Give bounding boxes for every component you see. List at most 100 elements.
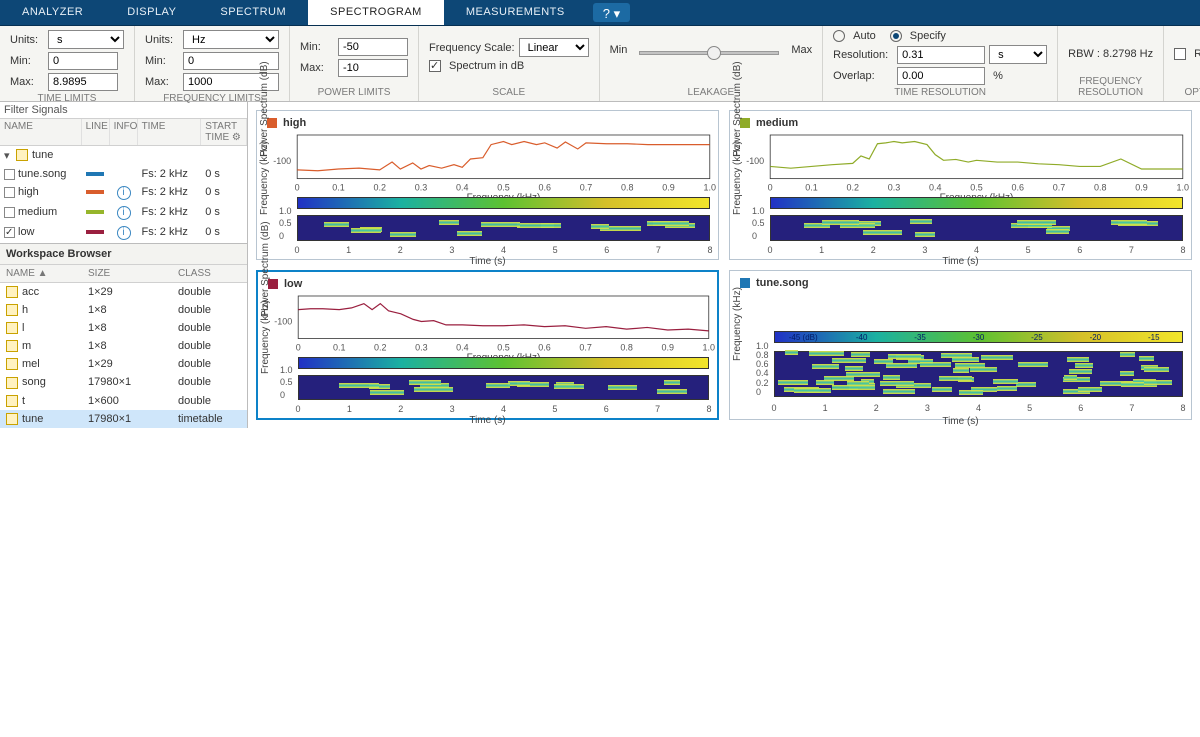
left-pane: Filter Signals NAME LINE INFO TIME START…: [0, 102, 248, 428]
variable-icon: [6, 413, 18, 425]
workspace-row[interactable]: m1×8double: [0, 337, 247, 355]
svg-text:0.5: 0.5: [497, 183, 510, 193]
workspace-row[interactable]: h1×8double: [0, 301, 247, 319]
group-title: TIME RESOLUTION: [833, 85, 1047, 101]
label: %: [993, 70, 1003, 82]
group-leakage: Min Max LEAKAGE: [600, 26, 824, 101]
ws-col-class[interactable]: CLASS: [172, 265, 247, 282]
power-max-input[interactable]: [338, 59, 408, 77]
plot-tune-song[interactable]: tune.song 00.20.40.60.81.0012345678Time …: [729, 270, 1192, 420]
workspace-row[interactable]: song17980×1double: [0, 373, 247, 391]
workspace-row[interactable]: t1×600double: [0, 392, 247, 410]
plot-title-label: low: [284, 278, 302, 290]
svg-text:0.5: 0.5: [497, 342, 510, 352]
time-min-input[interactable]: [48, 52, 118, 70]
svg-text:1.0: 1.0: [703, 342, 716, 352]
tab-measurements[interactable]: MEASUREMENTS: [444, 0, 587, 25]
workspace-row[interactable]: mel1×29double: [0, 355, 247, 373]
svg-text:0.2: 0.2: [846, 183, 859, 193]
svg-text:0.7: 0.7: [580, 183, 593, 193]
label: Spectrum in dB: [449, 60, 524, 72]
label: Resolution:: [833, 49, 893, 61]
signals-table: NAME LINE INFO TIME START TIME ⚙ ▾ tune …: [0, 119, 247, 243]
line-swatch-icon: [86, 230, 104, 234]
ws-col-name[interactable]: NAME ▲: [0, 265, 82, 282]
resolution-input[interactable]: [897, 46, 985, 64]
workspace-row[interactable]: acc1×29double: [0, 283, 247, 301]
svg-text:0.3: 0.3: [415, 183, 428, 193]
col-info[interactable]: INFO: [110, 119, 138, 145]
help-button[interactable]: ? ▾: [593, 3, 630, 22]
col-name[interactable]: NAME: [0, 119, 82, 145]
signal-row[interactable]: medium i Fs: 2 kHz0 s: [0, 203, 247, 223]
svg-text:-100: -100: [273, 156, 291, 166]
variable-icon: [6, 358, 18, 370]
tab-spectrum[interactable]: SPECTRUM: [198, 0, 308, 25]
svg-text:0.1: 0.1: [332, 183, 345, 193]
label: Max:: [10, 76, 44, 88]
line-swatch-icon: [86, 172, 104, 176]
plot-high[interactable]: high -10000.10.20.30.40.50.60.70.80.91.0…: [256, 110, 719, 260]
signal-row[interactable]: low i Fs: 2 kHz0 s: [0, 223, 247, 243]
group-title: POWER LIMITS: [300, 85, 408, 101]
group-title: OPTIONS: [1174, 85, 1200, 101]
spectrum-db-checkbox[interactable]: [429, 60, 441, 72]
label: Min:: [145, 55, 179, 67]
svg-text:0.9: 0.9: [1135, 183, 1148, 193]
workspace-row[interactable]: l1×8double: [0, 319, 247, 337]
plot-title-label: high: [283, 117, 306, 129]
time-max-input[interactable]: [48, 73, 118, 91]
group-scale: Frequency Scale: Linear Spectrum in dB S…: [419, 26, 600, 101]
label: Min:: [10, 55, 44, 67]
filter-signals-header: Filter Signals: [0, 102, 247, 119]
leakage-slider[interactable]: [639, 51, 779, 55]
auto-radio[interactable]: [833, 30, 845, 42]
freq-units-select[interactable]: Hz: [183, 30, 279, 49]
svg-text:0.9: 0.9: [662, 183, 675, 193]
power-min-input[interactable]: [338, 38, 408, 56]
label: Max:: [145, 76, 179, 88]
freq-scale-select[interactable]: Linear: [519, 38, 589, 57]
signal-parent-row[interactable]: ▾ tune: [0, 146, 247, 165]
col-start[interactable]: START TIME ⚙: [201, 119, 247, 145]
group-options: Reassign OPTIONS: [1164, 26, 1200, 101]
info-icon[interactable]: i: [117, 186, 131, 200]
svg-text:0: 0: [295, 183, 300, 193]
col-line[interactable]: LINE: [82, 119, 110, 145]
svg-text:-100: -100: [746, 156, 764, 166]
reassign-checkbox[interactable]: [1174, 48, 1186, 60]
workspace-row[interactable]: tune17980×1timetable: [0, 410, 247, 428]
group-freq-resolution: RBW : 8.2798 Hz FREQUENCY RESOLUTION: [1058, 26, 1164, 101]
tab-display[interactable]: DISPLAY: [105, 0, 198, 25]
group-power-limits: Min: Max: POWER LIMITS: [290, 26, 419, 101]
variable-icon: [6, 304, 18, 316]
signal-row[interactable]: high i Fs: 2 kHz0 s: [0, 183, 247, 203]
svg-text:0.3: 0.3: [415, 342, 428, 352]
svg-text:0.6: 0.6: [538, 183, 551, 193]
group-time-limits: Units: s Min: Max: TIME LIMITS: [0, 26, 135, 101]
group-title: LEAKAGE: [610, 85, 813, 101]
line-swatch-icon: [86, 190, 104, 194]
group-title: FREQUENCY RESOLUTION: [1068, 74, 1153, 101]
svg-text:0.4: 0.4: [456, 183, 469, 193]
signal-row[interactable]: tune.song Fs: 2 kHz0 s: [0, 165, 247, 183]
line-swatch-icon: [86, 210, 104, 214]
time-units-select[interactable]: s: [48, 30, 124, 49]
label: Units:: [145, 34, 179, 46]
info-icon[interactable]: i: [117, 226, 131, 240]
label: Reassign: [1194, 48, 1200, 60]
overlap-input[interactable]: [897, 67, 985, 85]
svg-text:0.8: 0.8: [1094, 183, 1107, 193]
svg-text:0: 0: [296, 342, 301, 352]
svg-text:0.4: 0.4: [929, 183, 942, 193]
plot-medium[interactable]: medium -10000.10.20.30.40.50.60.70.80.91…: [729, 110, 1192, 260]
tab-spectrogram[interactable]: SPECTROGRAM: [308, 0, 444, 25]
col-time[interactable]: TIME: [138, 119, 202, 145]
plot-low[interactable]: low -10000.10.20.30.40.50.60.70.80.91.0F…: [256, 270, 719, 420]
specify-radio[interactable]: [890, 30, 902, 42]
label: Units:: [10, 34, 44, 46]
ws-col-size[interactable]: SIZE: [82, 265, 172, 282]
resolution-unit-select[interactable]: s: [989, 45, 1047, 64]
tab-analyzer[interactable]: ANALYZER: [0, 0, 105, 25]
info-icon[interactable]: i: [117, 206, 131, 220]
